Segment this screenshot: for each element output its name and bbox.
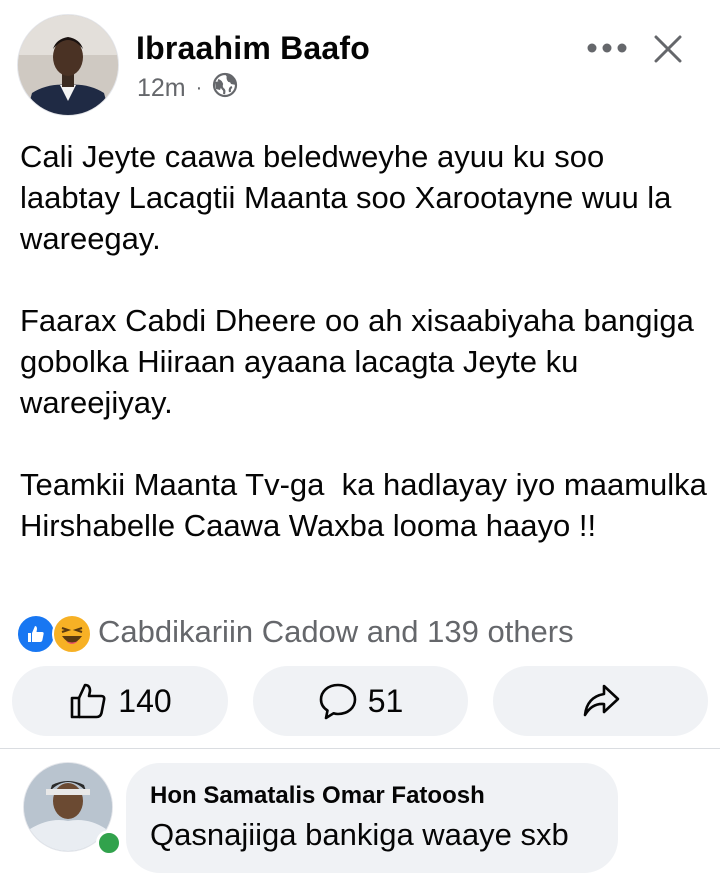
online-status-indicator [96, 830, 122, 856]
share-button[interactable] [493, 666, 708, 736]
divider [0, 748, 720, 749]
post-meta: 12m · [137, 72, 238, 105]
globe-icon[interactable] [212, 72, 238, 105]
meta-separator: · [195, 77, 203, 99]
more-options-button[interactable] [585, 32, 629, 64]
post-header: Ibraahim Baafo 12m · [0, 0, 720, 130]
commenter-name[interactable]: Hon Samatalis Omar Fatoosh [150, 782, 485, 810]
comment-count: 51 [367, 682, 404, 719]
reaction-icons [16, 612, 94, 654]
author-name[interactable]: Ibraahim Baafo [136, 30, 370, 67]
reactions-summary[interactable]: Cabdikariin Cadow and 139 others [16, 612, 574, 654]
thumbs-up-icon [70, 683, 106, 719]
like-count: 140 [118, 682, 172, 719]
author-avatar[interactable] [18, 15, 118, 115]
reactions-text[interactable]: Cabdikariin Cadow and 139 others [98, 614, 574, 650]
close-button[interactable] [648, 29, 688, 69]
more-icon [587, 43, 627, 53]
post-body: Cali Jeyte caawa beledweyhe ayuu ku soo … [20, 139, 707, 543]
post-time[interactable]: 12m [137, 74, 186, 103]
close-icon [654, 35, 682, 63]
like-button[interactable]: 140 [12, 666, 228, 736]
share-icon [583, 684, 619, 717]
comment-button[interactable]: 51 [253, 666, 468, 736]
like-icon [16, 614, 56, 654]
haha-icon [52, 614, 92, 654]
comment-text: Qasnajiiga bankiga waaye sxb [150, 817, 569, 852]
comment-bubble[interactable]: Hon Samatalis Omar Fatoosh Qasnajiiga ba… [126, 763, 618, 873]
comment-icon [319, 683, 357, 720]
